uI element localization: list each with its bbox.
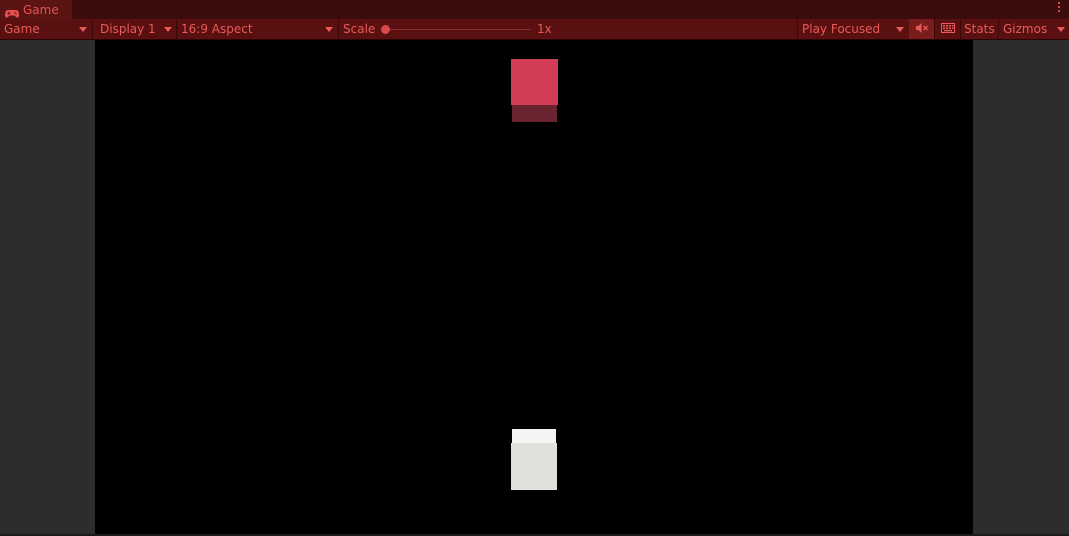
game-viewport[interactable] xyxy=(95,40,973,534)
game-view-window: Game Game Display 1 16:9 Aspect Scale 1x… xyxy=(0,0,1069,536)
aspect-dropdown[interactable]: 16:9 Aspect xyxy=(177,19,337,39)
play-mode-label: Play Focused xyxy=(802,22,881,36)
game-toolbar: Game Display 1 16:9 Aspect Scale 1x Play… xyxy=(0,19,1069,40)
tab-title: Game xyxy=(23,2,59,17)
chevron-down-icon xyxy=(1057,27,1065,32)
view-type-dropdown[interactable]: Game xyxy=(0,19,91,39)
letterbox-right xyxy=(973,40,1069,536)
keyboard-shortcuts-icon xyxy=(940,22,955,36)
gizmos-label: Gizmos xyxy=(1003,22,1048,36)
scale-slider-thumb[interactable] xyxy=(381,25,390,34)
display-label: Display 1 xyxy=(100,22,156,36)
letterbox-left xyxy=(0,40,95,536)
divider xyxy=(92,19,93,39)
aspect-label: 16:9 Aspect xyxy=(181,22,253,36)
divider xyxy=(338,19,339,39)
keyboard-shortcuts-button[interactable] xyxy=(935,19,960,39)
divider xyxy=(960,19,961,39)
chevron-down-icon xyxy=(79,27,87,32)
white-cube-top-face xyxy=(512,429,556,443)
mute-audio-icon xyxy=(915,22,929,37)
gizmos-dropdown[interactable]: Gizmos xyxy=(999,19,1069,39)
white-cube xyxy=(511,429,557,490)
gamepad-icon xyxy=(5,5,19,18)
chevron-down-icon xyxy=(896,27,904,32)
more-options-icon[interactable] xyxy=(1055,1,1063,17)
tab-bar: Game xyxy=(0,0,1069,19)
display-dropdown[interactable]: Display 1 xyxy=(96,19,176,39)
chevron-down-icon xyxy=(325,27,333,32)
scale-label: Scale xyxy=(343,22,376,36)
scale-value: 1x xyxy=(537,22,552,36)
red-cube xyxy=(511,59,558,123)
red-cube-front-face xyxy=(511,59,558,105)
red-cube-bottom-face xyxy=(512,105,557,122)
view-type-label: Game xyxy=(4,22,40,36)
scale-slider-track[interactable] xyxy=(386,29,531,30)
tab-game[interactable]: Game xyxy=(0,0,72,19)
stats-button[interactable]: Stats xyxy=(964,19,995,39)
chevron-down-icon xyxy=(164,27,172,32)
play-mode-dropdown[interactable]: Play Focused xyxy=(798,19,908,39)
mute-audio-button[interactable] xyxy=(909,19,934,39)
white-cube-front-face xyxy=(511,443,557,490)
